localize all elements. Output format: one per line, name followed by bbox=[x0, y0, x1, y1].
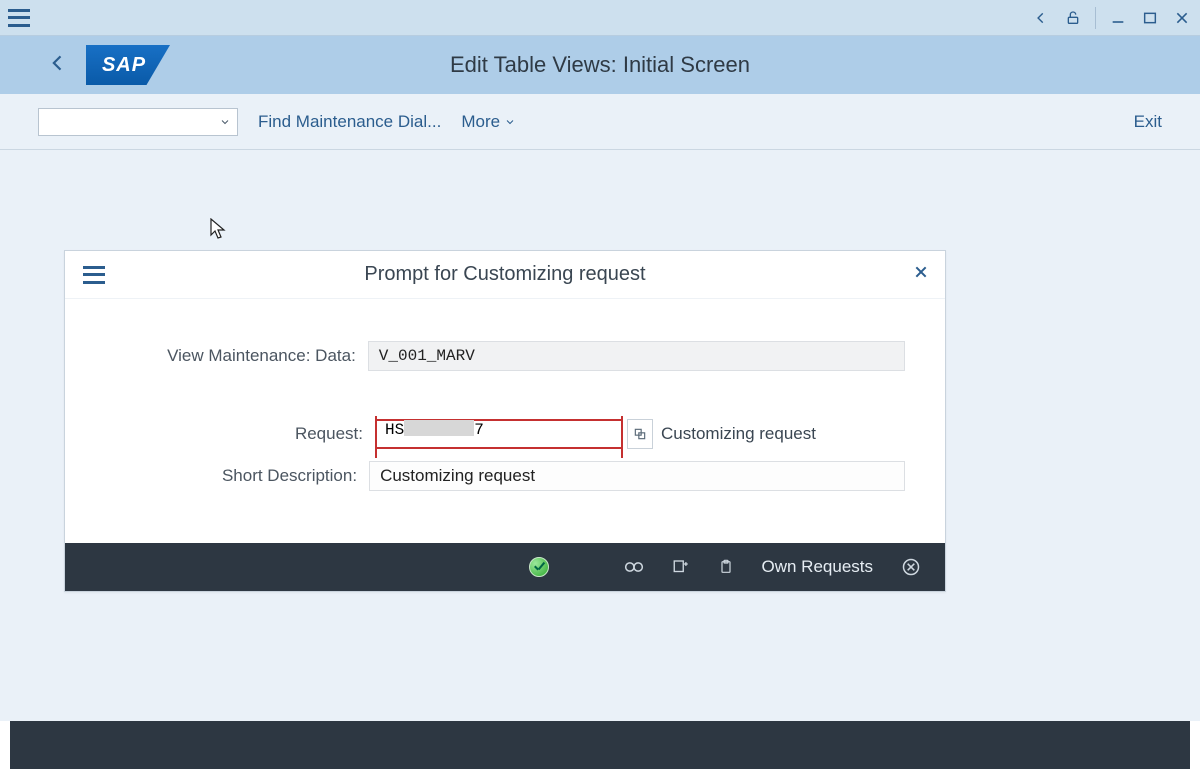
clipboard-icon[interactable] bbox=[718, 558, 734, 576]
minimize-icon[interactable] bbox=[1108, 8, 1128, 28]
request-search-help-button[interactable] bbox=[627, 419, 653, 449]
sap-logo: SAP bbox=[86, 45, 170, 85]
status-bar bbox=[10, 721, 1190, 769]
nav-back-icon[interactable] bbox=[1031, 8, 1051, 28]
dialog-footer: Own Requests bbox=[65, 543, 945, 591]
request-label: Request: bbox=[105, 424, 375, 444]
check-icon bbox=[529, 557, 549, 577]
dialog-header: Prompt for Customizing request bbox=[65, 251, 945, 299]
dialog-menu-icon[interactable] bbox=[83, 266, 105, 284]
mouse-cursor-icon bbox=[210, 218, 226, 240]
request-value-suffix: 7 bbox=[474, 421, 484, 439]
request-input[interactable]: HS 7 bbox=[375, 419, 623, 449]
page-title: Edit Table Views: Initial Screen bbox=[0, 52, 1200, 78]
customizing-request-dialog: Prompt for Customizing request View Main… bbox=[64, 250, 946, 592]
window-titlebar bbox=[0, 0, 1200, 36]
view-maintenance-label: View Maintenance: Data: bbox=[105, 346, 368, 366]
separator bbox=[1095, 7, 1096, 29]
app-header: SAP Edit Table Views: Initial Screen bbox=[0, 36, 1200, 94]
sap-logo-text: SAP bbox=[102, 54, 146, 77]
cancel-icon[interactable] bbox=[901, 557, 921, 577]
request-value-masked bbox=[404, 420, 474, 436]
find-maintenance-link[interactable]: Find Maintenance Dial... bbox=[258, 112, 441, 132]
dialog-title: Prompt for Customizing request bbox=[364, 263, 645, 286]
transaction-select[interactable] bbox=[38, 108, 238, 136]
dialog-body: View Maintenance: Data: V_001_MARV Reque… bbox=[65, 299, 945, 543]
short-description-label: Short Description: bbox=[105, 466, 369, 486]
toolbar: Find Maintenance Dial... More Exit bbox=[0, 94, 1200, 150]
workspace: Prompt for Customizing request View Main… bbox=[0, 150, 1200, 721]
continue-button[interactable] bbox=[529, 557, 549, 577]
menu-icon[interactable] bbox=[8, 9, 30, 27]
back-button[interactable] bbox=[48, 53, 68, 78]
short-description-value: Customizing request bbox=[369, 461, 905, 491]
unlock-icon[interactable] bbox=[1063, 8, 1083, 28]
maximize-icon[interactable] bbox=[1140, 8, 1160, 28]
own-requests-button[interactable]: Own Requests bbox=[762, 557, 874, 577]
more-menu[interactable]: More bbox=[461, 112, 516, 132]
exit-link[interactable]: Exit bbox=[1134, 112, 1162, 132]
more-label: More bbox=[461, 112, 500, 132]
request-value-prefix: HS bbox=[385, 421, 404, 439]
request-type-hint: Customizing request bbox=[661, 424, 816, 444]
dialog-close-icon[interactable] bbox=[913, 264, 929, 285]
create-request-icon[interactable] bbox=[672, 558, 690, 576]
close-icon[interactable] bbox=[1172, 8, 1192, 28]
display-icon[interactable] bbox=[624, 559, 644, 575]
view-maintenance-value: V_001_MARV bbox=[368, 341, 905, 371]
